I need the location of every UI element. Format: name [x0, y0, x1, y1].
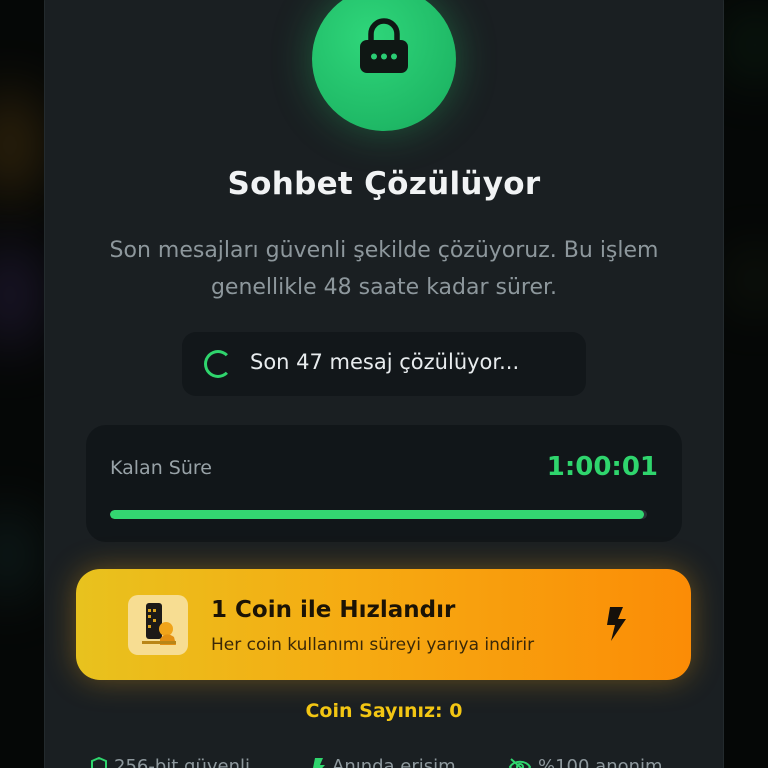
bolt-icon: [607, 607, 626, 641]
page-title: Sohbet Çözülüyor: [227, 166, 541, 202]
shield-icon: [91, 756, 107, 768]
feature-item: Anında erişim: [312, 756, 456, 768]
feature-label: 256-bit güvenli: [114, 756, 251, 768]
feature-item: 256-bit güvenli: [90, 756, 250, 768]
background-glow: [0, 240, 40, 350]
timer-value: 1:00:01: [546, 452, 658, 482]
anonymous-icon: [508, 757, 532, 768]
background-glow: [730, 10, 768, 80]
background-glow: [0, 510, 35, 600]
status-text: Son 47 mesaj çözülüyor...: [250, 350, 520, 374]
app-screen: Sohbet Çözülüyor Son mesajları güvenli ş…: [0, 0, 768, 768]
feature-item: %100 anonim: [508, 756, 663, 768]
status-pill: Son 47 mesaj çözülüyor...: [182, 332, 586, 396]
phone-coin-illustration-icon: [128, 595, 188, 655]
coin-count: Coin Sayınız: 0: [305, 700, 463, 722]
feature-label: %100 anonim: [538, 756, 663, 768]
progress-fill: [110, 510, 645, 519]
boost-title: 1 Coin ile Hızlandır: [211, 597, 456, 623]
loading-spinner-icon: [204, 350, 232, 378]
boost-button[interactable]: 1 Coin ile Hızlandır Her coin kullanımı …: [76, 569, 691, 680]
feature-label: Anında erişim: [332, 756, 456, 768]
background-glow: [735, 250, 768, 310]
timer-label: Kalan Süre: [110, 457, 212, 479]
bolt-small-icon: [313, 757, 325, 768]
lock-icon: [360, 18, 408, 73]
feature-list: 256-bit güvenli Anında erişim %100 anoni…: [90, 756, 690, 768]
boost-subtitle: Her coin kullanımı süreyi yarıya indirir: [211, 635, 535, 655]
progress-track: [110, 510, 647, 519]
timer-panel: Kalan Süre 1:00:01: [86, 425, 682, 542]
page-subtitle: Son mesajları güvenli şekilde çözüyoruz.…: [109, 238, 659, 300]
